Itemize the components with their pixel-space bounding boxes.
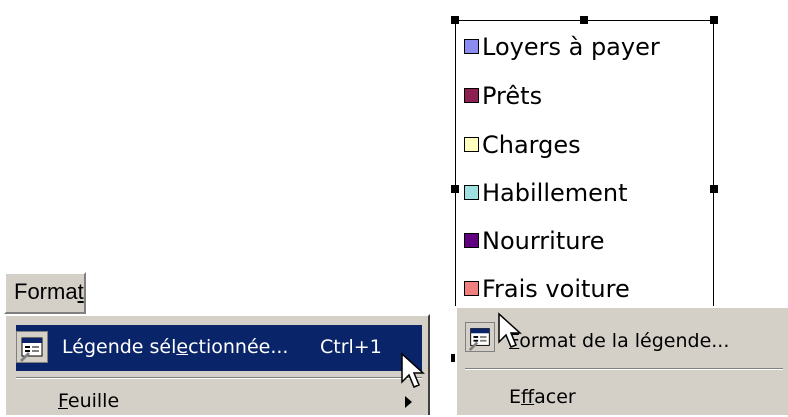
resize-handle[interactable]: [710, 16, 718, 24]
legend-swatch: [464, 39, 479, 54]
menu-format-label: Format: [14, 279, 84, 304]
mouse-cursor-icon: [401, 352, 425, 388]
legend-item: Prêts: [464, 82, 542, 112]
resize-handle[interactable]: [580, 16, 588, 24]
menu-item-sheet[interactable]: Feuille: [16, 384, 422, 417]
resize-handle[interactable]: [710, 185, 718, 193]
legend-item: Nourriture: [464, 227, 605, 257]
properties-icon: [16, 331, 48, 363]
legend-swatch: [464, 137, 479, 152]
legend-swatch: [464, 233, 479, 248]
legend-item: Habillement: [464, 179, 628, 209]
menu-separator: [465, 368, 783, 370]
ctx-item-clear[interactable]: Effacer: [509, 386, 576, 408]
ctx-item-label: Effacer: [509, 386, 576, 408]
menu-item-label: Feuille: [58, 390, 120, 412]
menu-item-selected-legend[interactable]: Légende sélectionnée... Ctrl+1: [16, 325, 422, 371]
resize-handle[interactable]: [451, 185, 459, 193]
format-dropdown-menu: Légende sélectionnée... Ctrl+1 Feuille: [4, 314, 430, 415]
legend-item: Charges: [464, 131, 581, 161]
legend-swatch: [464, 281, 479, 296]
properties-icon: [465, 322, 495, 352]
submenu-arrow-icon: [405, 396, 412, 408]
menu-item-label: Légende sélectionnée...: [62, 336, 289, 358]
legend-swatch: [464, 185, 479, 200]
menu-format[interactable]: Format: [4, 272, 86, 314]
mouse-cursor-icon: [498, 312, 522, 348]
menu-item-shortcut: Ctrl+1: [320, 336, 382, 358]
resize-handle[interactable]: [451, 16, 459, 24]
legend-item: Loyers à payer: [464, 33, 660, 63]
legend-swatch: [464, 88, 479, 103]
legend-item: Frais voiture: [464, 275, 630, 305]
menu-separator: [16, 377, 422, 379]
ctx-item-label: Format de la légende...: [509, 330, 730, 352]
